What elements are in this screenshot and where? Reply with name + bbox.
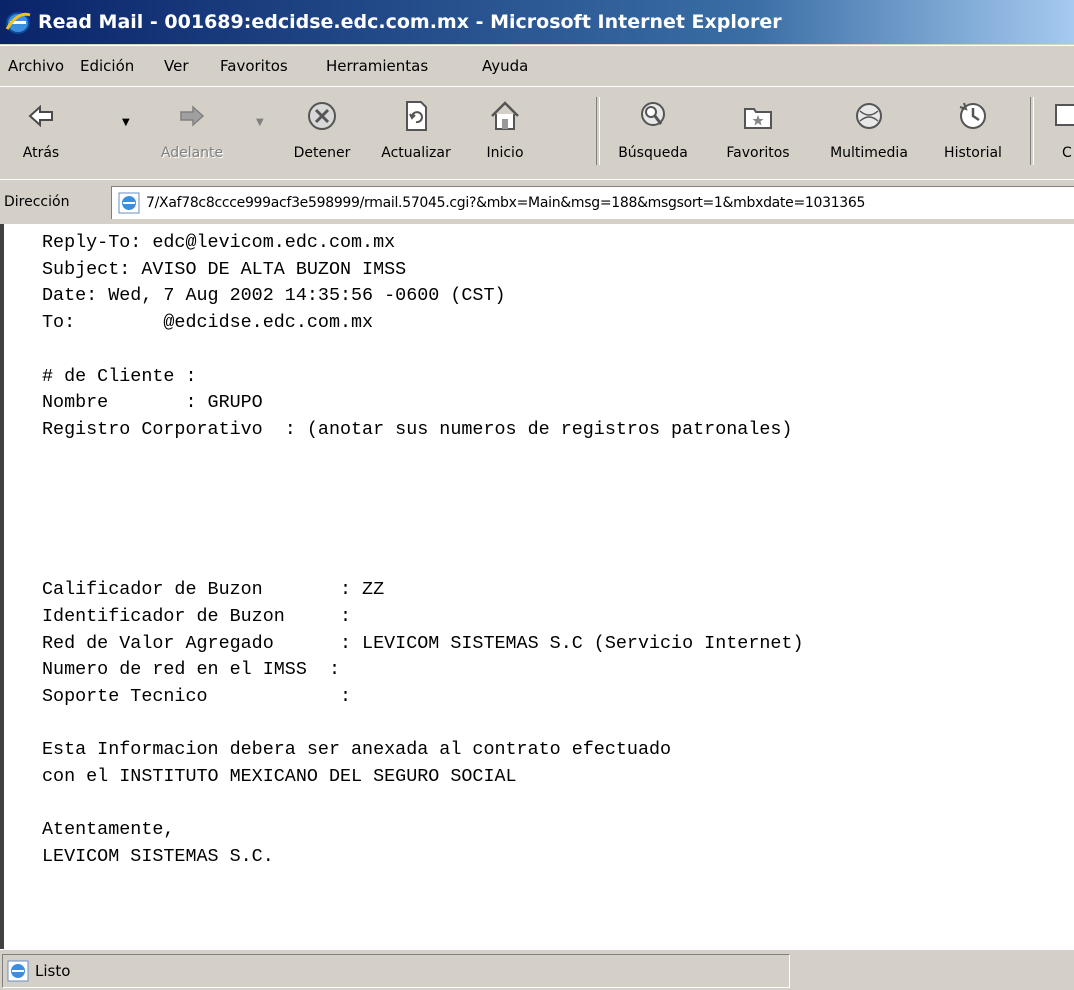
mail-line: Red de Valor Agregado : LEVICOM SISTEMAS… (42, 632, 804, 654)
back-button[interactable]: Atrás (6, 95, 76, 171)
history-label: Historial (944, 145, 1002, 161)
mail-line: Esta Informacion debera ser anexada al c… (42, 739, 672, 761)
stop-label: Detener (293, 145, 351, 161)
search-button[interactable]: Búsqueda (604, 95, 702, 171)
mail-line: Subject: AVISO DE ALTA BUZON IMSS (42, 258, 407, 280)
toolbar-separator (596, 97, 600, 165)
mail-line: Soporte Tecnico : (42, 685, 352, 707)
menu-favoritos[interactable]: Favoritos (220, 46, 288, 86)
status-text: Listo (35, 962, 71, 980)
history-button[interactable]: Historial (928, 95, 1018, 171)
menu-edicion[interactable]: Edición (80, 46, 134, 86)
refresh-button[interactable]: Actualizar (370, 95, 462, 171)
mail-line: Calificador de Buzon : ZZ (42, 579, 385, 601)
mail-line: Nombre : GRUPO (42, 392, 263, 414)
mail-line: Reply-To: edc@levicom.edc.com.mx (42, 232, 396, 253)
home-label: Inicio (486, 145, 524, 161)
ie-logo-icon (5, 12, 31, 34)
menu-archivo[interactable]: Archivo (8, 46, 64, 86)
favorites-label: Favoritos (726, 145, 790, 161)
stop-button[interactable]: Detener (276, 95, 368, 171)
forward-button[interactable]: Adelante (142, 95, 242, 171)
mail-line: To: @edcidse.edc.com.mx (42, 312, 374, 334)
mail-icon (1055, 104, 1074, 126)
favorites-icon (744, 108, 772, 129)
address-url: 7/Xaf78c8ccce999acf3e598999/rmail.57045.… (146, 195, 866, 211)
home-icon (491, 101, 519, 130)
history-icon (959, 102, 986, 129)
forward-arrow-icon (180, 105, 205, 127)
menu-ver[interactable]: Ver (164, 46, 189, 86)
address-input[interactable]: 7/Xaf78c8ccce999acf3e598999/rmail.57045.… (111, 186, 1074, 219)
mail-line: Registro Corporativo : (anotar sus numer… (42, 418, 793, 440)
menu-ayuda[interactable]: Ayuda (482, 46, 528, 86)
forward-label: Adelante (160, 145, 224, 161)
mail-line: LEVICOM SISTEMAS S.C. (42, 846, 274, 868)
mail-line: Atentamente, (42, 819, 175, 841)
page-status-icon (7, 960, 29, 982)
back-arrow-icon (28, 104, 53, 128)
window-title: Read Mail - 001689:edcidse.edc.com.mx - … (38, 11, 782, 33)
mail-content: Reply-To: edc@levicom.edc.com.mx Subject… (0, 224, 1074, 949)
title-bar: Read Mail - 001689:edcidse.edc.com.mx - … (0, 0, 1074, 44)
home-button[interactable]: Inicio (470, 95, 540, 171)
mail-line: con el INSTITUTO MEXICANO DEL SEGURO SOC… (42, 766, 517, 788)
address-label: Dirección (4, 194, 70, 210)
page-icon (118, 192, 140, 214)
refresh-icon (406, 101, 427, 131)
mail-line: # de Cliente : (42, 365, 197, 387)
mail-line: Numero de red en el IMSS : (42, 659, 340, 681)
search-icon (641, 102, 665, 126)
media-label: Multimedia (830, 145, 908, 161)
mail-label: C (1062, 145, 1072, 161)
media-icon (856, 103, 882, 129)
forward-dropdown-icon[interactable]: ▼ (256, 117, 264, 128)
back-label: Atrás (22, 145, 60, 161)
menu-bar: Archivo Edición Ver Favoritos Herramient… (0, 45, 1074, 87)
menu-herramientas[interactable]: Herramientas (326, 46, 428, 86)
favorites-button[interactable]: Favoritos (704, 95, 812, 171)
mail-body: Reply-To: edc@levicom.edc.com.mx Subject… (42, 230, 804, 871)
stop-icon (308, 102, 336, 130)
status-bar: Listo (0, 949, 1074, 990)
status-panel: Listo (2, 954, 790, 988)
toolbar: Atrás ▼ Adelante ▼ Detener Actualizar In… (0, 86, 1074, 180)
back-dropdown-icon[interactable]: ▼ (122, 117, 130, 128)
refresh-label: Actualizar (381, 145, 451, 161)
mail-line: Date: Wed, 7 Aug 2002 14:35:56 -0600 (CS… (42, 285, 506, 307)
address-bar: Dirección 7/Xaf78c8ccce999acf3e598999/rm… (0, 179, 1074, 225)
mail-button[interactable]: C (1050, 95, 1074, 171)
search-label: Búsqueda (618, 145, 688, 161)
media-button[interactable]: Multimedia (814, 95, 924, 171)
mail-line: Identificador de Buzon : (42, 605, 352, 627)
toolbar-separator (1030, 97, 1034, 165)
